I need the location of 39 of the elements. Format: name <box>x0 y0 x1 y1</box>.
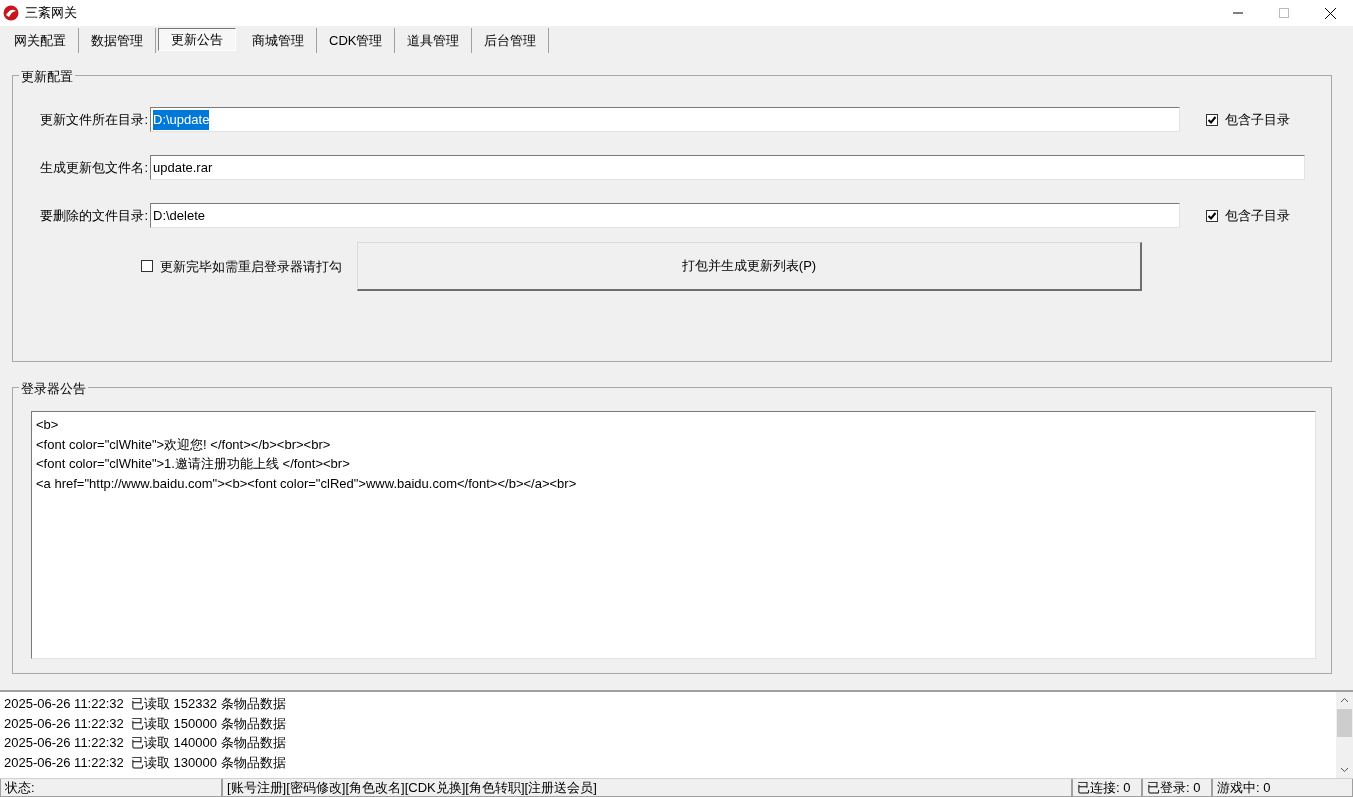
checkbox[interactable] <box>1206 113 1218 126</box>
code-line: <font color="clWhite">欢迎您! </font></b><br><br> <box>36 435 331 454</box>
log-line: 2025-06-26 11:22:32 已读取 150000 条物品数据 <box>4 714 286 733</box>
checkbox-label: 包含子目录 <box>1224 111 1290 130</box>
log-line: 2025-06-26 11:22:32 已读取 140000 条物品数据 <box>4 734 286 753</box>
pack-button[interactable]: 打包并生成更新列表(P) <box>357 241 1142 291</box>
status-text: 已登录: 0 <box>1142 779 1212 797</box>
checkbox[interactable] <box>141 260 153 273</box>
code-line: <a href="http://www.baidu.com"><b><font color="clRed">www.baidu.com</font></b></a><br> <box>36 474 577 493</box>
text-area[interactable]: <b> <font color="clWhite">欢迎您! </font></b><br><br> <font color="clWhite">1.邀请注册功能上线 </font><br> <a href="http://www.baidu.com"><b><font color="clRed">www.baidu.com</font></b></a><br> <box>31 411 1316 660</box>
status-text: 已连接: 0 <box>1072 779 1142 797</box>
close-icon[interactable] <box>1324 7 1336 19</box>
tab[interactable]: 数据管理 <box>79 28 156 53</box>
field-label: 更新文件所在目录: <box>39 111 149 130</box>
tab[interactable]: 更新公告 <box>158 28 236 51</box>
status-text: 状态: <box>0 779 222 797</box>
checkbox[interactable] <box>1206 209 1218 222</box>
tab[interactable]: 后台管理 <box>472 28 550 53</box>
tab[interactable]: 商城管理 <box>240 28 317 53</box>
log-line: 2025-06-26 11:22:32 已读取 130000 条物品数据 <box>4 753 286 772</box>
field-label: 要删除的文件目录: <box>39 207 149 226</box>
app-logo-icon <box>3 5 20 21</box>
scrollbar-thumb[interactable] <box>1337 709 1352 738</box>
tab[interactable]: CDK管理 <box>317 28 396 53</box>
tab[interactable]: 道具管理 <box>395 28 473 53</box>
input-field[interactable]: update.rar <box>150 155 1305 181</box>
code-line: <font color="clWhite">1.邀请注册功能上线 </font><br> <box>36 455 350 474</box>
tab[interactable]: 网关配置 <box>2 28 79 53</box>
checkbox-label: 更新完毕如需重启登录器请打勾 <box>159 257 342 276</box>
code-line: <b> <box>36 416 59 435</box>
status-text: 游戏中: 0 <box>1212 779 1353 797</box>
checkbox-label: 包含子目录 <box>1224 207 1290 226</box>
status-text: [账号注册][密码修改][角色改名][CDK兑换][角色转职][注册送会员] <box>222 779 1072 797</box>
window-title: 三紊网关 <box>25 4 79 23</box>
log-line: 2025-06-26 11:22:32 已读取 152332 条物品数据 <box>4 695 286 714</box>
input-field[interactable]: D:\delete <box>150 203 1180 229</box>
input-field[interactable]: D:\update <box>150 107 1180 133</box>
field-label: 生成更新包文件名: <box>39 159 149 178</box>
scrollbar[interactable] <box>1336 692 1353 778</box>
